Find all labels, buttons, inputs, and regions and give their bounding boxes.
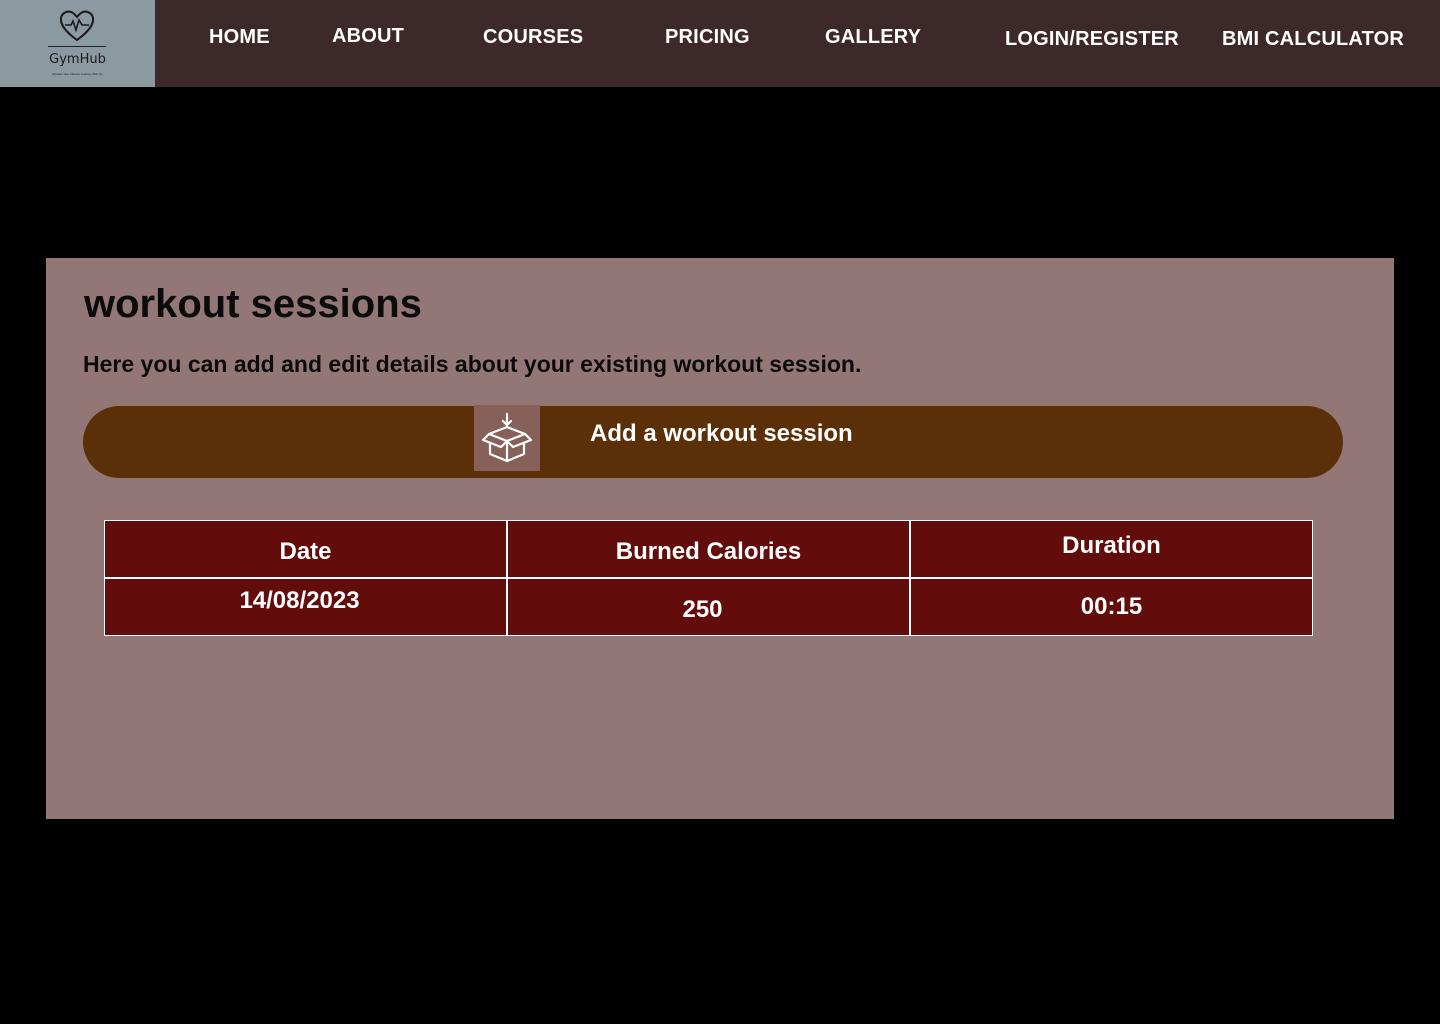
nav-gallery-link[interactable]: GALLERY: [825, 26, 921, 49]
page-description: Here you can add and edit details about …: [83, 351, 862, 377]
nav-home-link[interactable]: HOME: [209, 26, 270, 49]
nav-login-register-link[interactable]: LOGIN/REGISTER: [1005, 28, 1179, 51]
table-header-duration-label: Duration: [1062, 532, 1161, 559]
page-title: workout sessions: [84, 282, 422, 326]
table-cell-duration: 00:15: [910, 578, 1313, 636]
nav-courses-link[interactable]: COURSES: [483, 26, 583, 49]
box-download-icon: [474, 405, 540, 471]
table-header-date: Date: [104, 520, 507, 578]
table-header-burned-calories: Burned Calories: [507, 520, 910, 578]
nav-about-link[interactable]: ABOUT: [332, 25, 404, 48]
heart-pulse-icon: [59, 10, 95, 42]
table-header-duration: Duration: [910, 520, 1313, 578]
gymhub-logo[interactable]: GymHub Elevate Your Fitness Journey With…: [0, 0, 155, 87]
logo-tagline: Elevate Your Fitness Journey With Us: [52, 72, 103, 76]
add-workout-session-button[interactable]: Add a workout session: [83, 405, 1343, 478]
table-cell-date-value: 14/08/2023: [239, 587, 360, 614]
table-header-date-label: Date: [279, 538, 332, 565]
table-header-burned-calories-label: Burned Calories: [615, 538, 802, 565]
nav-bmi-calculator-link[interactable]: BMI CALCULATOR: [1222, 28, 1404, 51]
table-cell-duration-value: 00:15: [1080, 593, 1143, 620]
logo-divider: [48, 46, 106, 47]
table-cell-date: 14/08/2023: [104, 578, 507, 636]
nav-pricing-link[interactable]: PRICING: [665, 26, 750, 49]
workout-sessions-panel: workout sessions Here you can add and ed…: [46, 258, 1394, 819]
top-navbar: GymHub Elevate Your Fitness Journey With…: [0, 0, 1440, 87]
logo-text: GymHub: [49, 52, 106, 67]
table-cell-burned-calories-value: 250: [682, 596, 723, 623]
add-workout-session-label: Add a workout session: [590, 420, 853, 447]
table-cell-burned-calories: 250: [507, 578, 910, 636]
